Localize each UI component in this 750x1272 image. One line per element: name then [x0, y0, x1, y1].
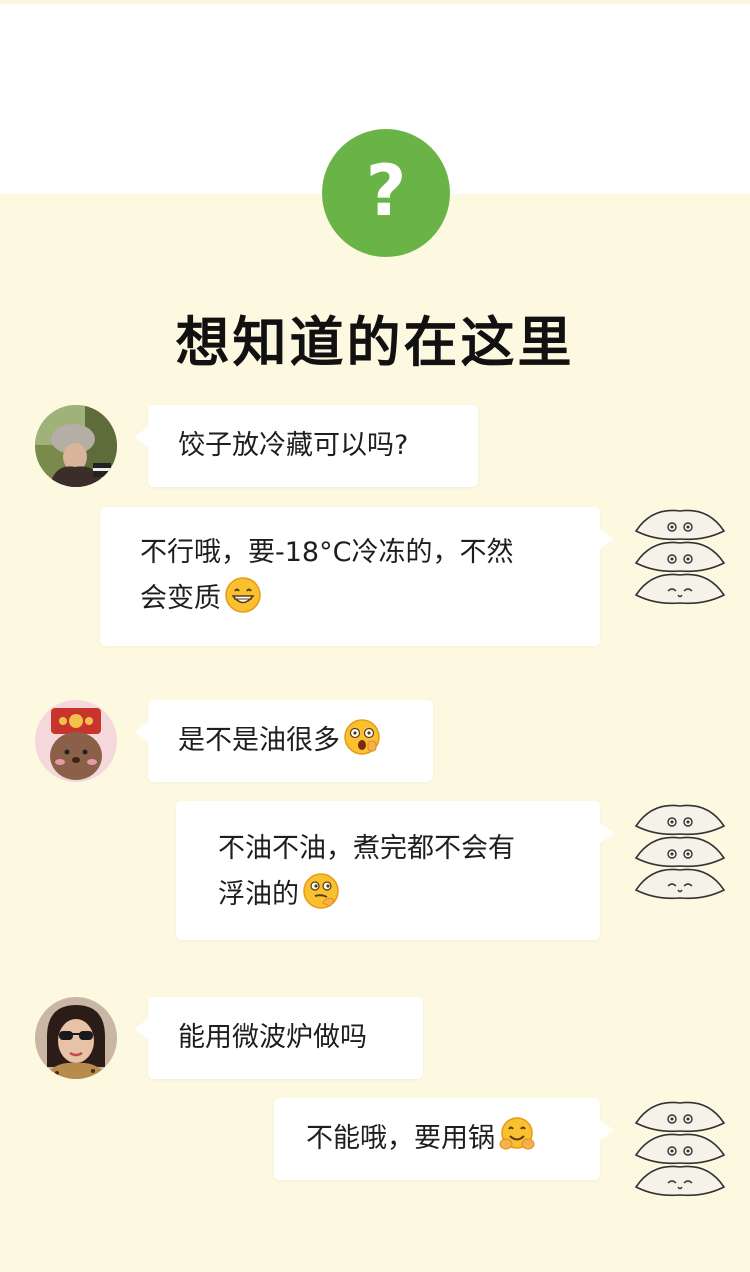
grinning-face-icon	[225, 577, 261, 613]
question-bubble-3: 能用微波炉做吗	[134, 997, 423, 1079]
page-title: 想知道的在这里	[175, 311, 575, 374]
answer-line-2-2: 浮油的	[218, 879, 299, 910]
question-text-2: 是不是油很多	[178, 725, 340, 756]
avatar-cartoon-bear	[35, 700, 117, 782]
question-text-3: 能用微波炉做吗	[178, 1022, 367, 1053]
question-icon: ?	[322, 129, 450, 257]
dumpling-stack-icon	[634, 1101, 726, 1197]
answer-line-2-1: 不油不油，煮完都不会有	[218, 833, 515, 864]
dumpling-stack-icon	[634, 804, 726, 900]
answer-line-3-1: 不能哦，要用锅	[306, 1123, 495, 1154]
avatar-woman-beret	[35, 405, 117, 487]
answer-bubble-3: 不能哦，要用锅	[274, 1098, 614, 1180]
hugging-face-icon	[499, 1117, 535, 1150]
surprised-face-icon	[344, 719, 380, 755]
answer-bubble-1: 不行哦，要-18°C冷冻的，不然 会变质	[100, 507, 614, 646]
question-text-1: 饺子放冷藏可以吗?	[178, 430, 409, 461]
question-bubble-2: 是不是油很多	[134, 700, 433, 782]
answer-line-1-2: 会变质	[140, 583, 221, 614]
answer-bubble-2: 不油不油，煮完都不会有 浮油的	[176, 801, 614, 940]
avatar-woman-sunglasses	[35, 997, 117, 1079]
question-mark: ?	[365, 150, 407, 232]
question-bubble-1: 饺子放冷藏可以吗?	[134, 405, 478, 487]
answer-line-1-1: 不行哦，要-18°C冷冻的，不然	[140, 537, 514, 568]
dumpling-stack-icon	[634, 509, 726, 605]
thinking-face-icon	[303, 873, 339, 909]
